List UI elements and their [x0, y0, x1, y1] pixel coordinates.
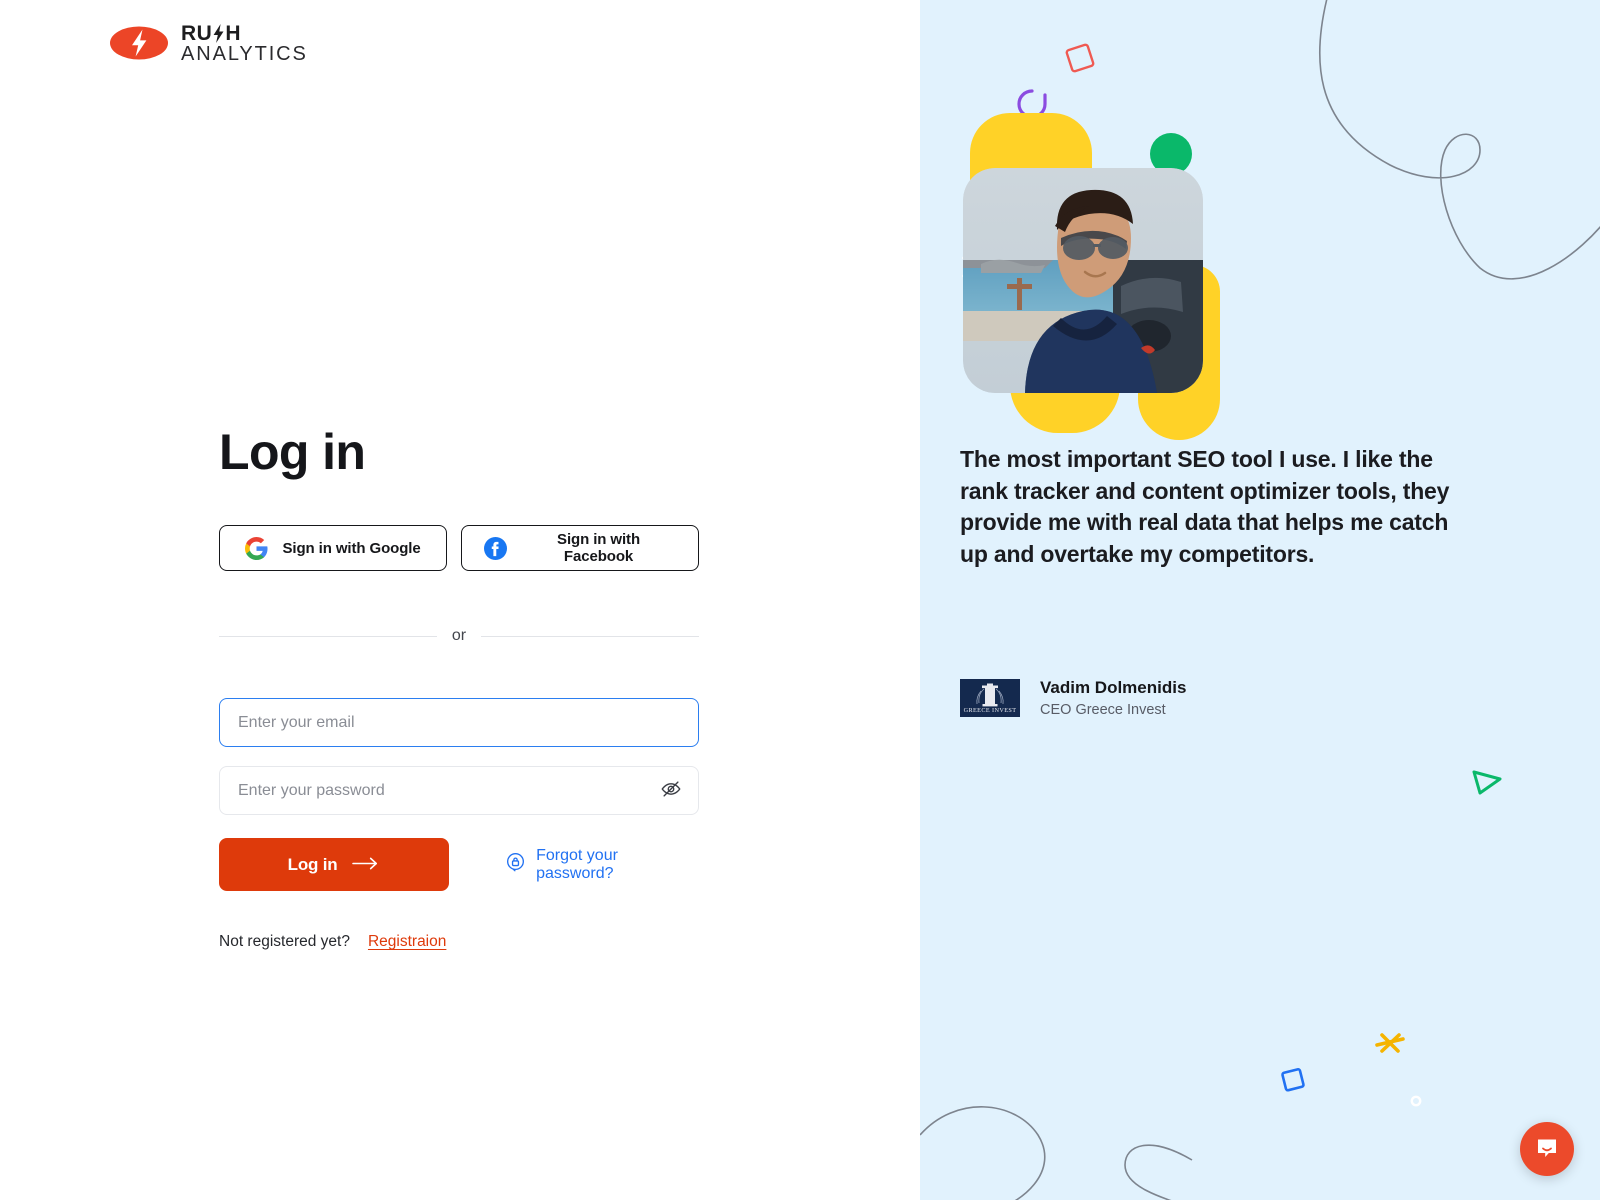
author-text-block: Vadim Dolmenidis CEO Greece Invest — [1040, 678, 1186, 718]
page-title: Log in — [219, 424, 366, 480]
testimonial-pane: The most important SEO tool I use. I lik… — [920, 0, 1600, 1200]
intercom-chat-button[interactable] — [1520, 1122, 1574, 1176]
portrait-photo — [963, 168, 1203, 393]
sign-in-with-facebook-button[interactable]: Sign in with Facebook — [461, 525, 699, 571]
svg-text:GREECE INVEST: GREECE INVEST — [964, 707, 1017, 714]
login-button-label: Log in — [287, 854, 338, 874]
author-role: CEO Greece Invest — [1040, 702, 1166, 718]
divider-line-right — [481, 635, 700, 637]
white-circle-shape — [1410, 1095, 1422, 1107]
form-actions: Log in Forgot your password? — [219, 838, 699, 891]
facebook-button-label: Sign in with Facebook — [557, 531, 641, 565]
email-field-wrapper[interactable] — [219, 698, 699, 747]
lock-reset-icon — [505, 852, 526, 878]
brand-bolt-icon — [212, 23, 225, 43]
divider: or — [219, 627, 700, 645]
password-field-wrapper[interactable] — [219, 766, 699, 815]
registration-question: Not registered yet? — [219, 933, 350, 950]
forgot-password-label: Forgot your password? — [536, 846, 618, 882]
registration-link[interactable]: Registraion — [368, 933, 446, 951]
brand-wordmark: RU H ANALYTICS — [181, 23, 308, 64]
lightning-bolt-eye-logo-icon — [110, 22, 168, 64]
registration-row: Not registered yet? Registraion — [219, 933, 699, 951]
author-name: Vadim Dolmenidis — [1040, 678, 1187, 697]
login-submit-button[interactable]: Log in — [219, 838, 450, 891]
intercom-chat-icon — [1534, 1135, 1560, 1164]
brand-subtitle: ANALYTICS — [181, 42, 308, 65]
coral-square-shape — [1065, 43, 1095, 73]
brand-name-part1: RU — [181, 21, 213, 45]
password-input[interactable] — [220, 767, 698, 814]
social-login-row: Sign in with Google Sign in with Faceboo… — [219, 525, 699, 571]
testimonial-author: GREECE INVEST Vadim Dolmenidis CEO Greec… — [960, 678, 1186, 718]
email-input[interactable] — [220, 699, 698, 746]
sign-in-with-google-button[interactable]: Sign in with Google — [219, 525, 448, 571]
eye-off-icon — [660, 778, 682, 803]
google-button-label: Sign in with Google — [282, 539, 421, 557]
divider-line-left — [219, 635, 437, 637]
green-triangle-shape — [1472, 770, 1502, 795]
google-icon — [245, 536, 269, 560]
login-page: RU H ANALYTICS Log in Sign in with Googl… — [0, 0, 1600, 1200]
login-form: Log in Sign in with Google Sign in with … — [219, 424, 700, 951]
brand-logo[interactable]: RU H ANALYTICS — [110, 22, 308, 64]
forgot-password-link[interactable]: Forgot your password? — [505, 847, 699, 883]
brand-name-part2: H — [225, 21, 242, 45]
login-pane: RU H ANALYTICS Log in Sign in with Googl… — [0, 0, 920, 1200]
portrait-composition — [942, 105, 1242, 445]
facebook-icon — [484, 536, 508, 560]
blue-square-shape — [1281, 1067, 1305, 1092]
arrow-right-icon — [352, 857, 380, 873]
toggle-password-visibility-button[interactable] — [658, 778, 684, 804]
greek-column-icon: GREECE INVEST — [960, 679, 1020, 717]
divider-label: or — [451, 627, 467, 644]
testimonial-quote: The most important SEO tool I use. I lik… — [960, 446, 1450, 567]
yellow-star-shape — [1375, 1033, 1405, 1053]
